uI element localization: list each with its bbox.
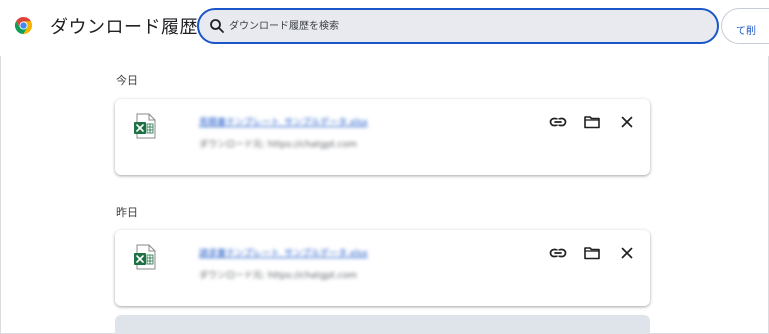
- section-label-today: 今日: [116, 74, 138, 87]
- folder-icon[interactable]: [583, 244, 601, 262]
- file-name-link[interactable]: 見積書テンプレート_サンプルデータ.xlsx: [199, 115, 368, 128]
- file-name-link[interactable]: 請求書テンプレート_サンプルデータ.xlsx: [199, 246, 368, 259]
- link-icon[interactable]: [549, 113, 567, 131]
- header: ダウンロード履歴 て削: [0, 0, 769, 56]
- excel-file-icon[interactable]: [134, 113, 156, 139]
- chrome-logo-icon: [14, 16, 33, 35]
- file-source-url: ダウンロード元: https://chatgpt.com: [199, 140, 357, 150]
- search-icon: [210, 19, 224, 33]
- section-label-yesterday: 昨日: [116, 206, 138, 219]
- clear-all-label: て削: [736, 26, 756, 37]
- close-icon[interactable]: [618, 244, 636, 262]
- download-item: 請求書テンプレート_サンプルデータ.xlsx ダウンロード元: https://…: [115, 230, 650, 306]
- search-input[interactable]: [229, 14, 699, 38]
- link-icon[interactable]: [549, 244, 567, 262]
- search-box[interactable]: [197, 8, 719, 44]
- folder-icon[interactable]: [583, 113, 601, 131]
- page-title: ダウンロード履歴: [50, 17, 198, 38]
- download-item-partial: [115, 315, 650, 334]
- excel-file-icon[interactable]: [134, 244, 156, 270]
- download-item: 見積書テンプレート_サンプルデータ.xlsx ダウンロード元: https://…: [115, 99, 650, 175]
- clear-all-button[interactable]: て削: [721, 8, 769, 44]
- file-source-url: ダウンロード元: https://chatgpt.com: [199, 271, 357, 281]
- close-icon[interactable]: [618, 113, 636, 131]
